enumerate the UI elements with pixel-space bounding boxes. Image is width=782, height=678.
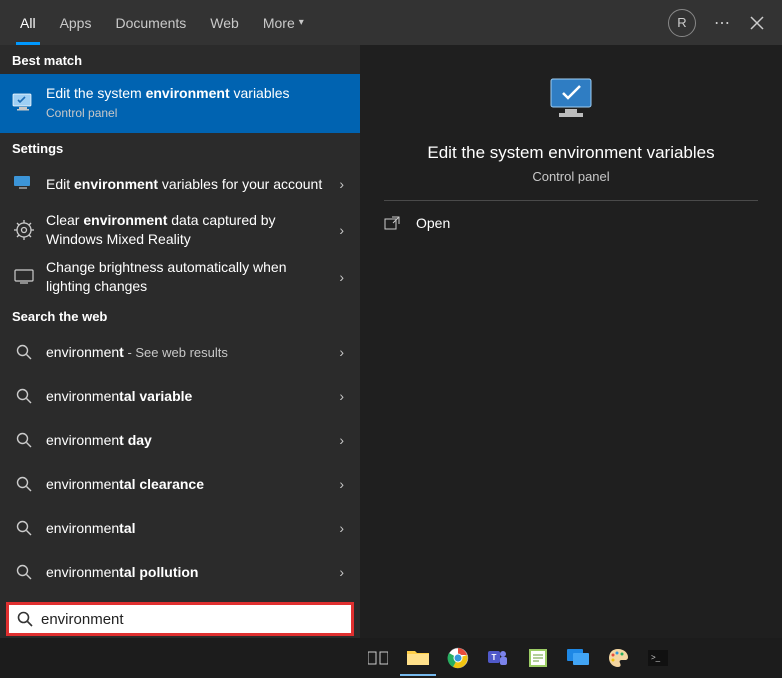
web-item-2[interactable]: environment day › — [0, 418, 360, 462]
web-item-label: environmental clearance — [46, 475, 333, 494]
taskbar: T >_ — [0, 638, 782, 678]
open-label: Open — [416, 215, 450, 231]
system-settings-icon — [10, 172, 38, 196]
paint-icon[interactable] — [600, 640, 636, 676]
search-icon — [10, 428, 38, 452]
results-panel: Best match Edit the system environment v… — [0, 45, 360, 638]
search-icon — [10, 384, 38, 408]
tab-all[interactable]: All — [8, 0, 48, 45]
chevron-right-icon: › — [333, 564, 350, 580]
section-best-match: Best match — [0, 45, 360, 74]
detail-panel: Edit the system environment variables Co… — [360, 45, 782, 638]
best-match-item[interactable]: Edit the system environment variables Co… — [0, 74, 360, 133]
web-item-3[interactable]: environmental clearance › — [0, 462, 360, 506]
chevron-right-icon: › — [333, 476, 350, 492]
web-item-5[interactable]: environmental pollution › — [0, 550, 360, 594]
chevron-right-icon: › — [333, 388, 350, 404]
gear-icon — [10, 218, 38, 242]
settings-item-2[interactable]: Change brightness automatically when lig… — [0, 254, 360, 301]
svg-text:>_: >_ — [651, 653, 661, 662]
terminal-icon[interactable]: >_ — [640, 640, 676, 676]
tab-web[interactable]: Web — [198, 0, 251, 45]
section-settings: Settings — [0, 133, 360, 162]
svg-text:T: T — [492, 653, 497, 662]
settings-item-label: Clear environment data captured by Windo… — [46, 211, 333, 249]
search-box[interactable] — [6, 602, 354, 636]
user-avatar[interactable]: R — [668, 9, 696, 37]
notepadpp-icon[interactable] — [520, 640, 556, 676]
tab-documents[interactable]: Documents — [103, 0, 198, 45]
web-item-label: environment - See web results — [46, 343, 333, 362]
search-icon — [17, 611, 33, 627]
detail-hero-icon — [543, 75, 599, 127]
close-icon[interactable] — [740, 16, 774, 30]
search-icon — [10, 472, 38, 496]
chevron-right-icon: › — [333, 344, 350, 360]
detail-subtitle: Control panel — [532, 169, 609, 184]
web-item-1[interactable]: environmental variable › — [0, 374, 360, 418]
web-item-label: environmental pollution — [46, 563, 333, 582]
best-match-subtitle: Control panel — [46, 105, 350, 121]
settings-item-1[interactable]: Clear environment data captured by Windo… — [0, 206, 360, 253]
settings-item-0[interactable]: Edit environment variables for your acco… — [0, 162, 360, 206]
search-input[interactable] — [41, 611, 343, 628]
open-icon — [384, 216, 416, 230]
search-icon — [10, 560, 38, 584]
web-item-label: environmental — [46, 519, 333, 538]
chevron-right-icon: › — [333, 222, 350, 238]
web-item-4[interactable]: environmental › — [0, 506, 360, 550]
detail-title: Edit the system environment variables — [427, 143, 714, 163]
search-filter-tabs: All Apps Documents Web More▾ R ⋯ — [0, 0, 782, 45]
web-item-label: environmental variable — [46, 387, 333, 406]
chrome-icon[interactable] — [440, 640, 476, 676]
best-match-title: Edit the system environment variables — [46, 84, 350, 103]
tab-more[interactable]: More▾ — [251, 0, 316, 45]
more-options-icon[interactable]: ⋯ — [704, 13, 740, 33]
settings-item-label: Change brightness automatically when lig… — [46, 258, 333, 296]
web-item-0[interactable]: environment - See web results › — [0, 330, 360, 374]
task-view-icon[interactable] — [360, 640, 396, 676]
chevron-down-icon: ▾ — [299, 17, 304, 28]
rdp-icon[interactable] — [560, 640, 596, 676]
open-action[interactable]: Open — [384, 201, 758, 245]
web-item-label: environment day — [46, 431, 333, 450]
section-search-web: Search the web — [0, 301, 360, 330]
tab-apps[interactable]: Apps — [48, 0, 104, 45]
chevron-right-icon: › — [333, 520, 350, 536]
chevron-right-icon: › — [333, 176, 350, 192]
system-settings-icon — [10, 91, 38, 115]
teams-icon[interactable]: T — [480, 640, 516, 676]
search-icon — [10, 516, 38, 540]
chevron-right-icon: › — [333, 432, 350, 448]
settings-item-label: Edit environment variables for your acco… — [46, 175, 333, 194]
chevron-right-icon: › — [333, 269, 350, 285]
search-icon — [10, 340, 38, 364]
file-explorer-icon[interactable] — [400, 640, 436, 676]
monitor-icon — [10, 265, 38, 289]
